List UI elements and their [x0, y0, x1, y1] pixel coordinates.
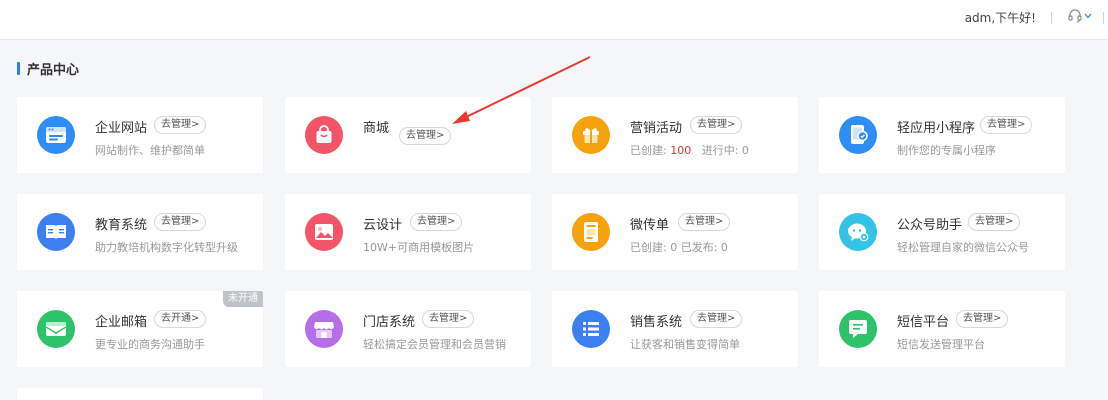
not-activated-badge: 未开通 — [223, 291, 263, 307]
product-name: 企业网站 — [95, 121, 148, 136]
product-description: 轻松管理自家的微信公众号 — [897, 241, 1029, 254]
product-description: 助力教培机构数字化转型升级 — [95, 241, 238, 254]
product-name: 企业邮箱 — [95, 315, 148, 330]
user-greeting[interactable]: adm,下午好! — [965, 9, 1036, 26]
product-name: 轻应用小程序 — [897, 121, 976, 136]
open-service-button[interactable]: 去开通> — [154, 310, 207, 328]
created-count: 100 — [670, 144, 692, 157]
product-card-website[interactable]: 企业网站 去管理> 网站制作、维护都简单 — [17, 97, 263, 173]
in-progress-label: 进行中: 0 — [701, 144, 749, 157]
created-label: 已创建: — [630, 144, 667, 157]
product-description: 更专业的商务沟通助手 — [95, 338, 205, 351]
manage-button[interactable]: 去管理> — [956, 310, 1009, 328]
product-description: 轻松搞定会员管理和会员营销 — [363, 338, 506, 351]
product-card-mall[interactable]: 商城 去管理> — [285, 97, 531, 173]
image-icon — [305, 213, 343, 251]
top-bar: adm,下午好! — [0, 0, 1108, 40]
product-card-flyer[interactable]: 微传单 去管理> 已创建: 0 已发布: 0 — [552, 194, 798, 270]
manage-button[interactable]: 去管理> — [154, 213, 207, 231]
product-description: 让获客和销售变得简单 — [630, 338, 740, 351]
product-name: 云设计 — [363, 218, 403, 233]
list-icon — [572, 310, 610, 348]
manage-button[interactable]: 去管理> — [690, 116, 743, 134]
manage-button[interactable]: 去管理> — [678, 213, 731, 231]
product-name: 营销活动 — [630, 121, 683, 136]
product-description: 网站制作、维护都简单 — [95, 144, 205, 157]
product-name: 公众号助手 — [897, 218, 963, 233]
product-description: 制作您的专属小程序 — [897, 144, 996, 157]
manage-button[interactable]: 去管理> — [410, 213, 463, 231]
product-card-education[interactable]: 教育系统 去管理> 助力教培机构数字化转型升级 — [17, 194, 263, 270]
product-name: 微传单 — [630, 218, 670, 233]
product-card-enterprise-mail[interactable]: 企业邮箱 去开通> 更专业的商务沟通助手 未开通 — [17, 291, 263, 367]
wechat-icon — [839, 213, 877, 251]
browser-window-icon — [37, 116, 75, 154]
product-card-sales-system[interactable]: 销售系统 去管理> 让获客和销售变得简单 — [552, 291, 798, 367]
support-menu[interactable] — [1068, 8, 1092, 24]
product-card-partial[interactable] — [17, 388, 263, 400]
product-name: 短信平台 — [897, 315, 950, 330]
title-accent-bar — [17, 61, 20, 75]
product-card-cloud-design[interactable]: 云设计 去管理> 10W+可商用模板图片 — [285, 194, 531, 270]
mail-icon — [37, 310, 75, 348]
product-card-official-account[interactable]: 公众号助手 去管理> 轻松管理自家的微信公众号 — [819, 194, 1065, 270]
divider — [1103, 12, 1104, 24]
manage-button[interactable]: 去管理> — [980, 116, 1033, 134]
manage-button[interactable]: 去管理> — [422, 310, 475, 328]
manage-button[interactable]: 去管理> — [399, 127, 452, 145]
product-name: 商城 — [363, 121, 390, 136]
product-description: 已创建: 100 进行中: 0 — [630, 142, 749, 158]
product-card-sms-platform[interactable]: 短信平台 去管理> 短信发送管理平台 — [819, 291, 1065, 367]
product-name: 销售系统 — [630, 315, 683, 330]
product-name: 教育系统 — [95, 218, 148, 233]
mini-program-icon — [839, 116, 877, 154]
product-description: 短信发送管理平台 — [897, 338, 985, 351]
gift-box-icon — [572, 116, 610, 154]
manage-button[interactable]: 去管理> — [968, 213, 1021, 231]
flyer-icon — [572, 213, 610, 251]
shopping-bag-icon — [305, 116, 343, 154]
product-card-store-system[interactable]: 门店系统 去管理> 轻松搞定会员管理和会员营销 — [285, 291, 531, 367]
chevron-down-icon — [1084, 13, 1092, 19]
open-book-icon — [37, 213, 75, 251]
manage-button[interactable]: 去管理> — [690, 310, 743, 328]
headset-icon — [1068, 8, 1082, 24]
sms-icon — [839, 310, 877, 348]
product-center-title: 产品中心 — [27, 62, 80, 78]
section-title: 产品中心 — [17, 60, 80, 78]
product-description: 已创建: 0 已发布: 0 — [630, 241, 728, 254]
product-card-marketing[interactable]: 营销活动 去管理> 已创建: 100 进行中: 0 — [552, 97, 798, 173]
product-name: 门店系统 — [363, 315, 416, 330]
product-card-mini-program[interactable]: 轻应用小程序 去管理> 制作您的专属小程序 — [819, 97, 1065, 173]
store-icon — [305, 310, 343, 348]
manage-button[interactable]: 去管理> — [154, 116, 207, 134]
divider — [1051, 12, 1052, 24]
product-description: 10W+可商用模板图片 — [363, 241, 475, 254]
